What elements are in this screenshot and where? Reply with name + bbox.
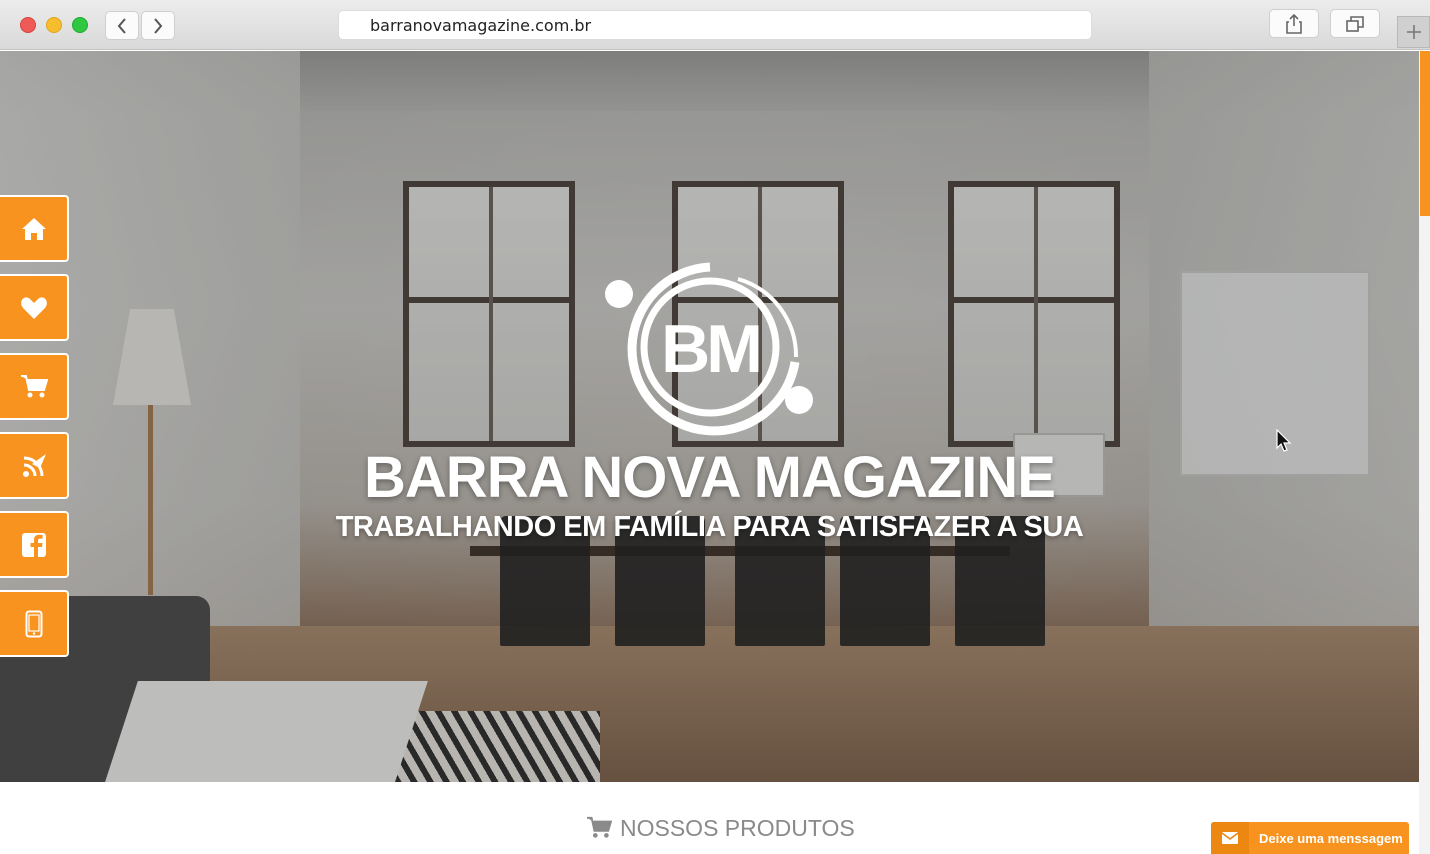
brand-logo: BM — [605, 262, 813, 436]
sidenav-feed-button[interactable] — [0, 432, 69, 499]
cart-icon — [587, 816, 612, 838]
back-button[interactable] — [105, 11, 139, 40]
facebook-icon — [21, 532, 46, 557]
sidenav-facebook-button[interactable] — [0, 511, 69, 578]
envelope-icon — [1211, 822, 1249, 854]
products-section-heading: NOSSOS PRODUTOS — [586, 815, 855, 841]
site-title: BARRA NOVA MAGAZINE — [364, 445, 1056, 510]
close-window-button[interactable] — [20, 17, 36, 33]
cart-icon — [20, 374, 48, 397]
sidenav-home-button[interactable] — [0, 195, 69, 262]
sidenav-mobile-button[interactable] — [0, 590, 69, 657]
feed-icon — [22, 453, 46, 477]
leave-message-label: Deixe uma menssagem — [1259, 830, 1403, 846]
sidenav-favorites-button[interactable] — [0, 274, 69, 341]
address-bar[interactable]: barranovamagazine.com.br — [338, 10, 1092, 40]
forward-button[interactable] — [141, 11, 175, 40]
page-scrollbar-thumb[interactable] — [1420, 51, 1430, 216]
chevron-right-icon — [154, 17, 163, 34]
tab-overview-button[interactable] — [1330, 9, 1380, 38]
leave-message-button[interactable]: Deixe uma menssagem — [1211, 822, 1409, 854]
share-icon — [1286, 13, 1302, 34]
section-title: NOSSOS PRODUTOS — [620, 814, 855, 841]
side-navigation — [0, 195, 70, 669]
home-icon — [21, 217, 46, 240]
chevron-left-icon — [117, 17, 126, 34]
plus-icon — [1406, 25, 1421, 39]
logo-text: BM — [661, 311, 759, 387]
url-text: barranovamagazine.com.br — [370, 16, 592, 35]
site-tagline: TRABALHANDO EM FAMÍLIA PARA SATISFAZER A… — [335, 511, 1084, 543]
new-tab-button[interactable] — [1397, 16, 1430, 48]
hero-banner: BM BARRA NOVA MAGAZINE TRABALHANDO EM FA… — [0, 51, 1419, 782]
mouse-cursor-icon — [1276, 429, 1292, 452]
share-button[interactable] — [1269, 9, 1319, 38]
minimize-window-button[interactable] — [46, 17, 62, 33]
browser-toolbar: barranovamagazine.com.br — [0, 0, 1430, 50]
heart-icon — [20, 296, 47, 319]
zoom-window-button[interactable] — [72, 17, 88, 33]
mobile-icon — [25, 610, 42, 637]
sidenav-cart-button[interactable] — [0, 353, 69, 420]
tabs-icon — [1346, 15, 1364, 32]
